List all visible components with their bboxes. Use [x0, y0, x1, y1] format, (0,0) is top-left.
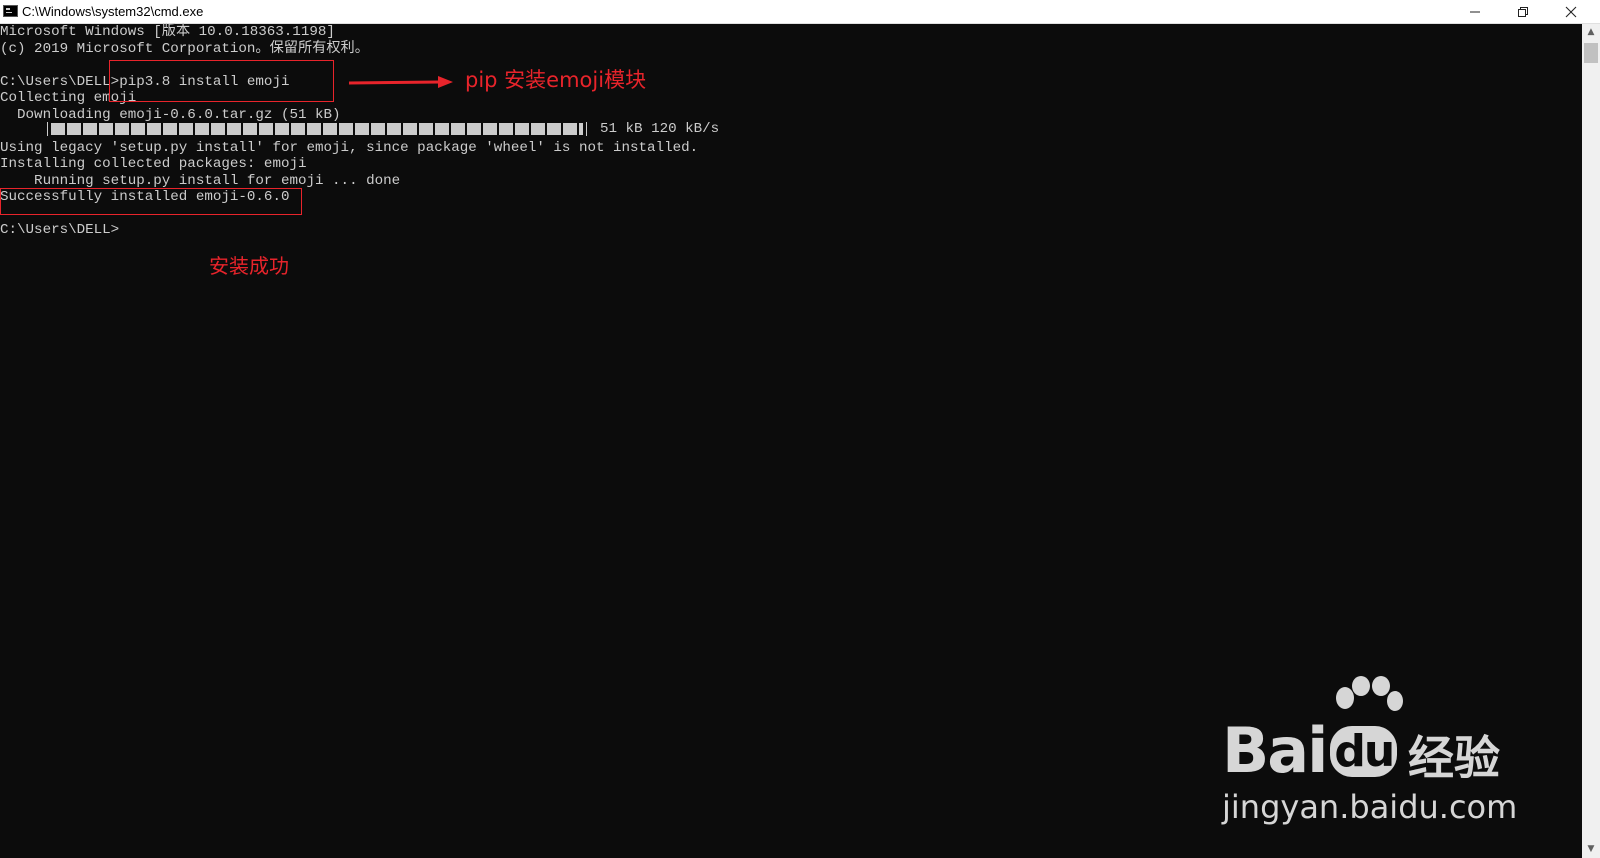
restore-button[interactable]	[1500, 0, 1546, 23]
console-line-downloading: Downloading emoji-0.6.0.tar.gz (51 kB)	[0, 106, 341, 123]
progress-bar	[47, 122, 587, 136]
pip-install-annotation: pip 安装emoji模块	[465, 68, 647, 92]
close-button[interactable]	[1548, 0, 1594, 23]
success-highlight-box	[0, 188, 302, 215]
window-title: C:\Windows\system32\cmd.exe	[22, 4, 204, 19]
cmd-window: C:\Windows\system32\cmd.exe Microsoft Wi…	[0, 0, 1600, 858]
progress-fill	[51, 123, 583, 135]
title-bar[interactable]: C:\Windows\system32\cmd.exe	[0, 0, 1600, 24]
minimize-button[interactable]	[1452, 0, 1498, 23]
scroll-down-arrow-icon[interactable]: ▼	[1582, 841, 1600, 858]
progress-text: 51 kB 120 kB/s	[600, 121, 720, 137]
command-highlight-box	[109, 60, 334, 102]
console-line-legacy-warning: Using legacy 'setup.py install' for emoj…	[0, 139, 699, 156]
arrow-right-icon	[348, 76, 453, 88]
console-line-copyright: (c) 2019 Microsoft Corporation。保留所有权利。	[0, 40, 369, 57]
watermark-brand: Bai du	[1222, 714, 1398, 787]
watermark-cn: 经验	[1408, 731, 1500, 785]
console-line-running-setup: Running setup.py install for emoji ... d…	[0, 172, 401, 189]
console-app-icon	[3, 5, 18, 17]
success-annotation: 安装成功	[209, 254, 289, 278]
minimize-icon	[1470, 11, 1480, 13]
console-prompt: C:\Users\DELL>	[0, 222, 120, 238]
scroll-thumb[interactable]	[1584, 43, 1598, 63]
console-line-installing: Installing collected packages: emoji	[0, 156, 307, 172]
console-line-version: Microsoft Windows [版本 10.0.18363.1198]	[0, 24, 335, 40]
vertical-scrollbar[interactable]: ▲ ▼	[1582, 24, 1600, 858]
watermark-url: jingyan.baidu.com	[1222, 788, 1518, 826]
baidu-jingyan-watermark: Bai du 经验 jingyan.baidu.com	[1222, 676, 1522, 826]
close-icon	[1565, 6, 1577, 18]
restore-icon	[1518, 7, 1528, 17]
scroll-up-arrow-icon[interactable]: ▲	[1582, 24, 1600, 41]
